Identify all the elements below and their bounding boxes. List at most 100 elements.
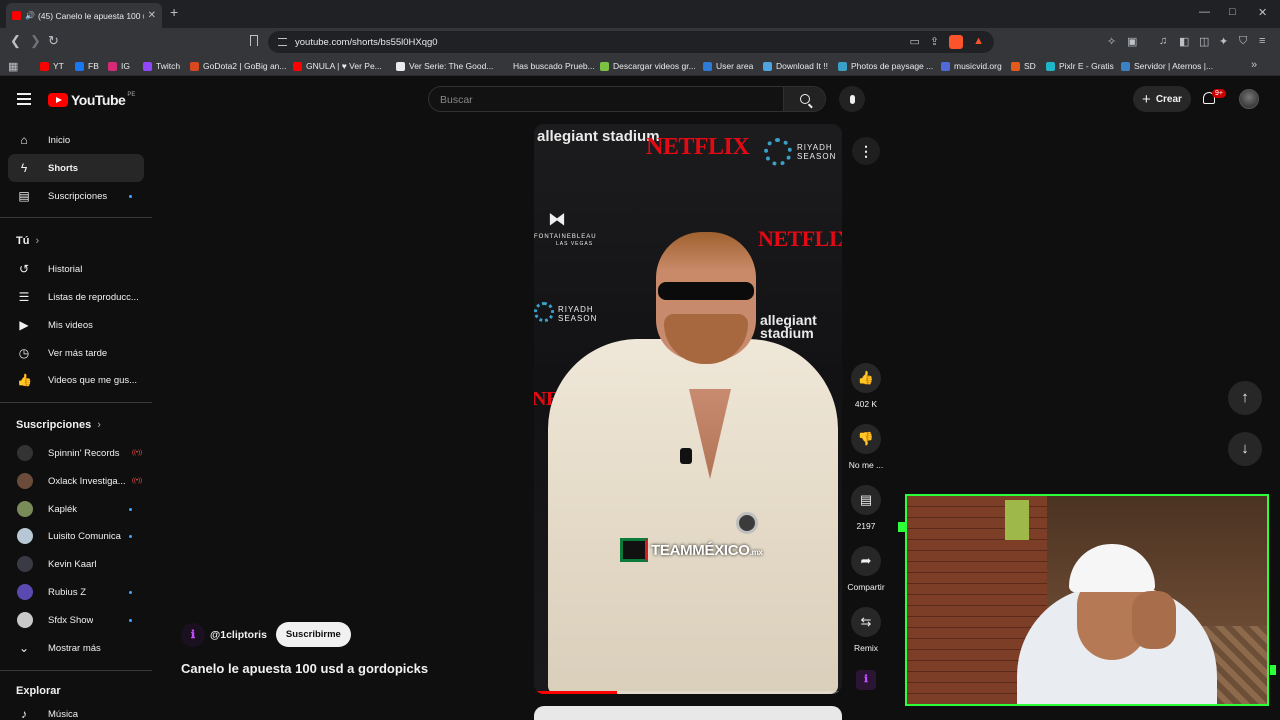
bookmark-item[interactable]: FB — [75, 59, 99, 73]
sidebar-item-you[interactable]: ↺ Historial — [8, 255, 144, 283]
back-icon[interactable]: ❮ — [10, 33, 21, 49]
bookmark-item[interactable]: GoDota2 | GoBig an... — [190, 59, 286, 73]
like-button[interactable]: 👍 402 K — [845, 363, 887, 409]
menu-icon[interactable]: ≡ — [1259, 35, 1265, 47]
dislike-button[interactable]: 👎 No me ... — [845, 424, 887, 470]
short-more-options-button[interactable]: ⋮ — [852, 137, 880, 165]
bookmark-item[interactable]: Twitch — [143, 59, 180, 73]
you-heading[interactable]: Tú › — [16, 235, 39, 247]
sidebar-item-you[interactable]: ◷ Ver más tarde — [8, 339, 144, 367]
bookmark-item[interactable]: Descargar videos gr... — [600, 59, 696, 73]
sidebar-item-label: Listas de reproducc... — [48, 291, 139, 303]
sidebar-item-inicio[interactable]: ⌂ Inicio — [8, 126, 144, 154]
bookmark-item[interactable]: YT — [40, 59, 64, 73]
bookmark-item[interactable]: Pixlr E - Gratis — [1046, 59, 1114, 73]
sidebar-item-you[interactable]: ▶ Mis videos — [8, 311, 144, 339]
show-more-button[interactable]: ⌄ Mostrar más — [8, 634, 144, 662]
brave-rewards-icon[interactable]: ▲ — [973, 35, 984, 49]
bookmark-item[interactable]: Download It !! — [763, 59, 828, 73]
remix-button[interactable]: ⇆ Remix — [845, 607, 887, 653]
sidebar-item-label: Oxlack Investiga... — [48, 475, 126, 487]
channel-handle[interactable]: @1cliptoris — [210, 629, 267, 641]
sidebar-item-channel[interactable]: Kaplék — [8, 495, 144, 523]
sidebar-item-channel[interactable]: Luisito Comunica — [8, 522, 144, 550]
share-button[interactable]: ➦ Compartir — [845, 546, 887, 592]
site-info-icon[interactable] — [278, 38, 287, 46]
subscriptions-heading[interactable]: Suscripciones › — [16, 419, 101, 431]
audio-source-avatar-icon[interactable]: ℹ — [856, 670, 876, 690]
next-short-button[interactable]: ↓ — [1228, 432, 1262, 466]
sidebar-item-shorts[interactable]: ϟ Shorts — [8, 154, 144, 182]
cast-icon[interactable]: ▭ — [909, 35, 919, 49]
apps-grid-icon[interactable]: ▦ — [8, 60, 18, 73]
url-text[interactable]: youtube.com/shorts/bs55l0HXqg0 — [295, 37, 438, 48]
bookmark-item[interactable]: GNULA | ♥ Ver Pe... — [293, 59, 382, 73]
minimize-icon[interactable]: — — [1199, 6, 1210, 18]
voice-search-button[interactable] — [839, 86, 865, 112]
explore-heading[interactable]: Explorar — [16, 685, 61, 697]
wallet-icon[interactable]: ▣ — [1127, 35, 1137, 48]
channel-avatar-icon[interactable]: ℹ — [181, 622, 205, 647]
sidebar-item-you[interactable]: ☰ Listas de reproducc... — [8, 283, 144, 311]
search-input[interactable]: Buscar — [440, 94, 473, 106]
maximize-icon[interactable]: □ — [1229, 6, 1236, 18]
thumbs-up-icon[interactable]: 👍 — [851, 363, 881, 393]
sidebar-item-label: Sfdx Show — [48, 614, 94, 626]
share-arrow-icon[interactable]: ➦ — [851, 546, 881, 576]
new-tab-button[interactable]: + — [170, 4, 178, 20]
search-button[interactable] — [783, 87, 825, 111]
thumbs-down-icon[interactable]: 👎 — [851, 424, 881, 454]
bookmark-label: Download It !! — [776, 61, 828, 71]
video-progress-bar[interactable] — [534, 691, 842, 694]
screenshot-icon[interactable]: ◫ — [1199, 35, 1209, 48]
bookmark-item[interactable]: User area — [703, 59, 753, 73]
sidebar-item-you[interactable]: 👍 Videos que me gus... — [8, 366, 144, 394]
create-button[interactable]: + Crear — [1133, 86, 1191, 112]
address-bar[interactable]: youtube.com/shorts/bs55l0HXqg0 ▭ ⇪ ▲ — [268, 31, 994, 53]
close-window-icon[interactable]: ✕ — [1258, 6, 1267, 19]
sidebar-divider — [0, 402, 152, 403]
speaker-icon[interactable]: 🔊 — [25, 11, 35, 20]
sidebar-item-channel[interactable]: Oxlack Investiga... ((•)) — [8, 467, 144, 495]
more-bookmarks-icon[interactable]: » — [1251, 59, 1257, 71]
remix-icon[interactable]: ⇆ — [851, 607, 881, 637]
bookmark-item[interactable]: IG — [108, 59, 130, 73]
music-icon: ♪ — [21, 707, 27, 720]
search-box[interactable]: Buscar — [428, 86, 826, 112]
close-tab-icon[interactable]: ✕ — [148, 10, 156, 21]
sidebar-item-suscripciones[interactable]: ▤ Suscripciones — [8, 182, 144, 210]
account-avatar[interactable] — [1239, 89, 1259, 109]
bookmark-item[interactable]: Photos de paysage ... — [838, 59, 933, 73]
comments-button[interactable]: ▤ 2197 — [845, 485, 887, 531]
ai-assistant-icon[interactable]: ✦ — [1219, 35, 1228, 48]
comment-icon[interactable]: ▤ — [851, 485, 881, 515]
video-title[interactable]: Canelo le apuesta 100 usd a gordopicks — [181, 661, 428, 676]
browser-tab[interactable]: 🔊 (45) Canelo le apuesta 100 usd ✕ — [6, 3, 162, 28]
sidebar-item-music[interactable]: ♪ Música — [8, 700, 144, 720]
sidebar-toggle-icon[interactable]: ◧ — [1179, 35, 1189, 48]
guide-menu-icon[interactable] — [17, 93, 31, 108]
youtube-logo[interactable]: YouTube PE — [48, 92, 135, 108]
short-video-player[interactable]: allegiant stadium NETFLIX RIYADH SEASON … — [534, 124, 842, 694]
share-icon[interactable]: ⇪ — [930, 35, 939, 49]
sidebar-item-channel[interactable]: Rubius Z — [8, 578, 144, 606]
brave-shields-icon[interactable] — [949, 35, 964, 49]
bookmark-item[interactable]: Ver Serie: The Good... — [396, 59, 493, 73]
bookmark-item[interactable]: SD — [1011, 59, 1036, 73]
sidebar-item-channel[interactable]: Kevin Kaarl — [8, 550, 144, 578]
reload-icon[interactable]: ↻ — [48, 33, 59, 49]
extensions-icon[interactable]: ✧ — [1107, 35, 1116, 48]
previous-short-button[interactable]: ↑ — [1228, 381, 1262, 415]
bookmark-item[interactable]: Servidor | Aternos |... — [1121, 59, 1213, 73]
bookmark-item[interactable]: Has buscado Prueb... — [500, 59, 595, 73]
subscribe-button[interactable]: Suscribirme — [275, 622, 351, 647]
bookmark-item[interactable]: musicvid.org — [941, 59, 1002, 73]
vpn-icon[interactable]: ⛉ — [1239, 35, 1247, 48]
bookmark-page-icon[interactable] — [250, 35, 258, 46]
bookmark-favicon-icon — [108, 61, 117, 71]
forward-icon[interactable]: ❯ — [30, 33, 41, 49]
sidebar-item-channel[interactable]: Sfdx Show — [8, 606, 144, 634]
next-short-preview[interactable] — [534, 706, 842, 720]
sidebar-item-channel[interactable]: Spinnin' Records ((•)) — [8, 439, 144, 467]
media-icon[interactable]: ♫ — [1159, 35, 1167, 47]
